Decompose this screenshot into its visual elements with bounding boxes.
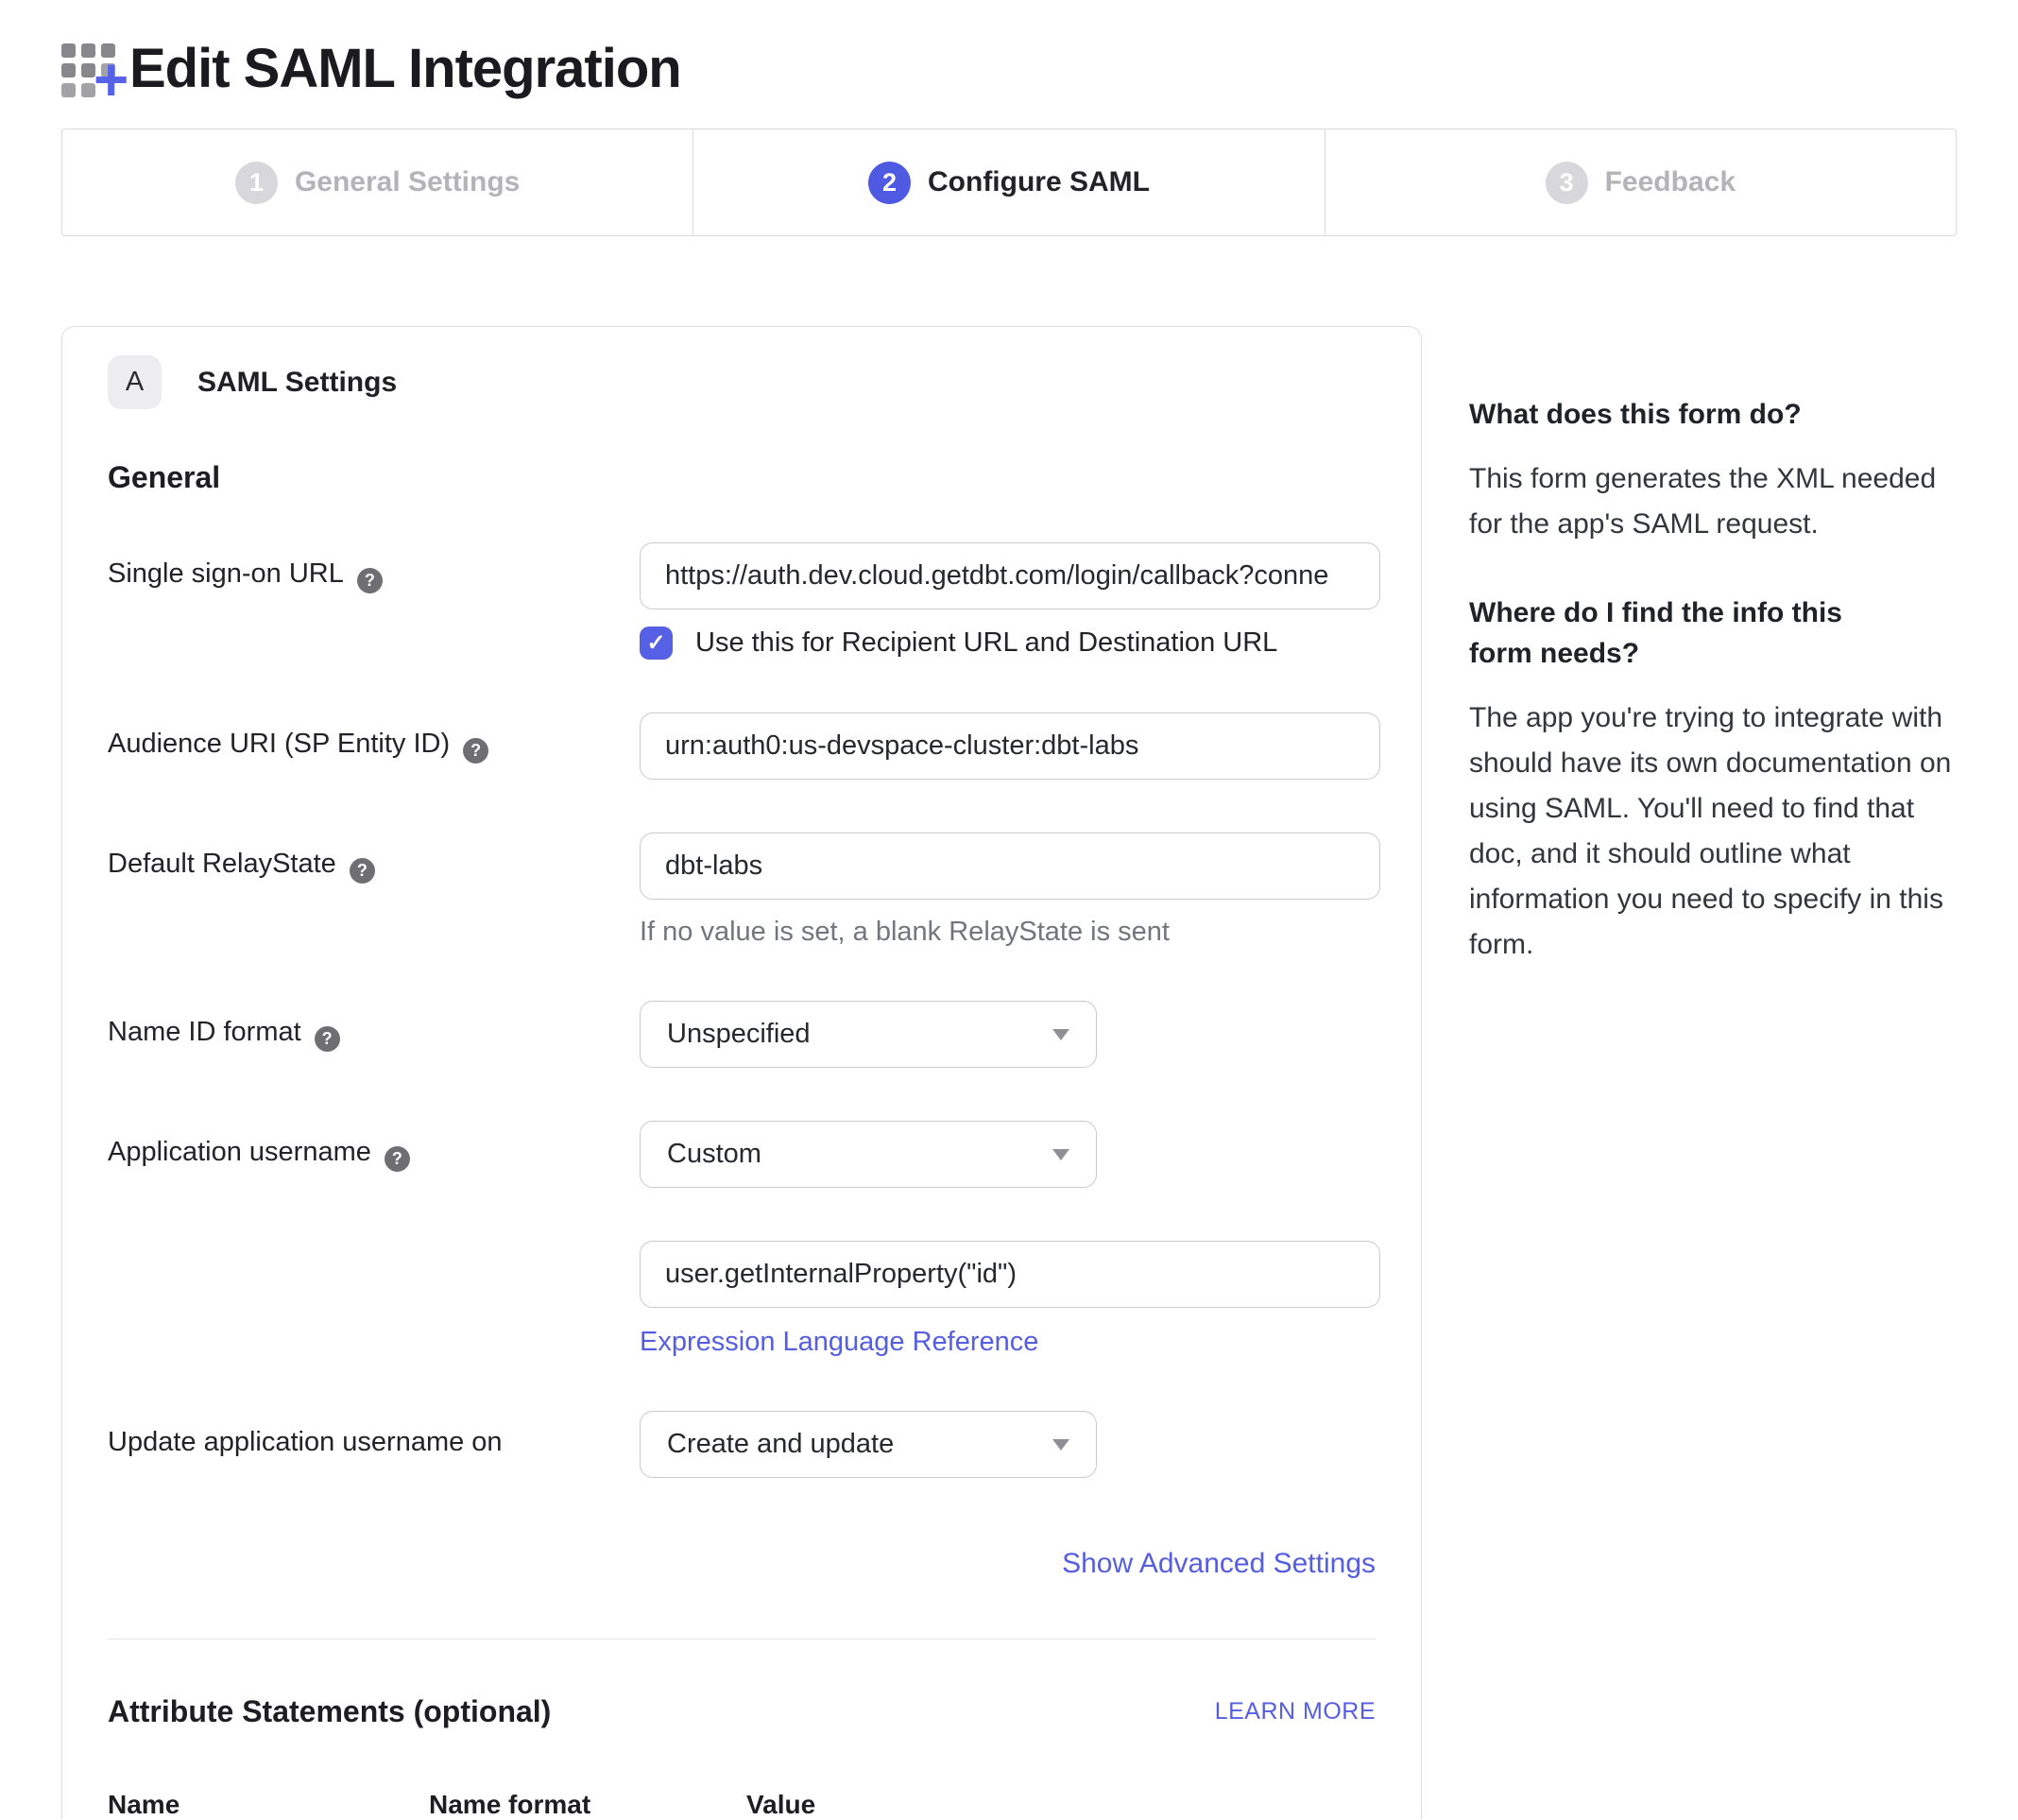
custom-expression-row: Expression Language Reference [108, 1241, 1376, 1358]
sso-url-label: Single sign-on URL [108, 558, 344, 589]
show-advanced-settings-link[interactable]: Show Advanced Settings [1062, 1548, 1376, 1579]
attribute-table-header: Name Name format Value [108, 1790, 1376, 1820]
check-icon: ✓ [646, 632, 665, 655]
sso-url-row: Single sign-on URL? ✓ Use this for Recip… [108, 542, 1376, 660]
section-divider [108, 1639, 1376, 1640]
recipient-url-checkbox-label: Use this for Recipient URL and Destinati… [695, 627, 1277, 659]
update-username-value: Create and update [667, 1429, 894, 1460]
question-icon[interactable]: ? [315, 1026, 340, 1052]
update-username-row: Update application username on Create an… [108, 1411, 1376, 1478]
name-id-format-label: Name ID format [108, 1017, 301, 1047]
column-header-name-format: Name format [429, 1790, 746, 1820]
help-sidebar: What does this form do? This form genera… [1469, 326, 1957, 1013]
question-icon[interactable]: ? [350, 858, 375, 884]
name-id-format-row: Name ID format? Unspecified [108, 1001, 1376, 1068]
application-username-row: Application username? Custom [108, 1121, 1376, 1188]
step-2-number: 2 [868, 162, 911, 204]
step-3-number: 3 [1546, 162, 1588, 204]
relaystate-hint: If no value is set, a blank RelayState i… [640, 917, 1380, 948]
question-icon[interactable]: ? [463, 738, 488, 764]
step-1-number: 1 [235, 162, 278, 204]
learn-more-link[interactable]: LEARN MORE [1215, 1698, 1376, 1726]
caret-down-icon [1052, 1149, 1069, 1160]
sidebar-question-1: What does this form do? [1469, 394, 1957, 436]
sidebar-answer-2: The app you're trying to integrate with … [1469, 695, 1957, 968]
audience-uri-input[interactable] [640, 713, 1380, 780]
page-title: Edit SAML Integration [129, 37, 681, 100]
step-1-label: General Settings [295, 166, 520, 198]
application-username-value: Custom [667, 1139, 761, 1170]
step-configure-saml[interactable]: 2 Configure SAML [693, 129, 1324, 235]
saml-settings-card: A SAML Settings General Single sign-on U… [61, 326, 1422, 1819]
recipient-url-checkbox[interactable]: ✓ [640, 627, 673, 660]
name-id-format-select[interactable]: Unspecified [640, 1001, 1097, 1068]
sidebar-question-2: Where do I find the info this form needs… [1469, 592, 1885, 675]
relaystate-row: Default RelayState? If no value is set, … [108, 833, 1376, 948]
update-username-label: Update application username on [108, 1427, 503, 1457]
relaystate-label: Default RelayState [108, 849, 336, 879]
caret-down-icon [1052, 1029, 1069, 1040]
column-header-value: Value [746, 1790, 815, 1820]
grid-plus-icon: + [61, 32, 129, 104]
sidebar-answer-1: This form generates the XML needed for t… [1469, 456, 1957, 547]
section-badge: A [108, 355, 162, 409]
application-username-label: Application username [108, 1137, 371, 1167]
audience-uri-row: Audience URI (SP Entity ID)? [108, 713, 1376, 780]
audience-uri-label: Audience URI (SP Entity ID) [108, 729, 450, 759]
expression-language-reference-link[interactable]: Expression Language Reference [640, 1327, 1038, 1358]
caret-down-icon [1052, 1439, 1069, 1451]
wizard-stepper: 1 General Settings 2 Configure SAML 3 Fe… [61, 129, 1957, 236]
name-id-format-value: Unspecified [667, 1019, 811, 1050]
page-header: + Edit SAML Integration [61, 32, 1957, 104]
question-icon[interactable]: ? [385, 1146, 410, 1172]
column-header-name: Name [108, 1790, 429, 1820]
general-heading: General [108, 460, 1376, 495]
relaystate-input[interactable] [640, 833, 1380, 900]
update-username-select[interactable]: Create and update [640, 1411, 1097, 1478]
attribute-statements-heading: Attribute Statements (optional) [108, 1694, 551, 1729]
section-title: SAML Settings [197, 367, 397, 399]
custom-expression-input[interactable] [640, 1241, 1380, 1308]
step-2-label: Configure SAML [928, 166, 1150, 198]
edit-saml-page: + Edit SAML Integration 1 General Settin… [0, 0, 2018, 1819]
step-feedback[interactable]: 3 Feedback [1325, 129, 1956, 235]
application-username-select[interactable]: Custom [640, 1121, 1097, 1188]
sso-url-input[interactable] [640, 542, 1380, 610]
step-3-label: Feedback [1605, 166, 1736, 198]
step-general-settings[interactable]: 1 General Settings [62, 129, 693, 235]
question-icon[interactable]: ? [357, 568, 383, 593]
